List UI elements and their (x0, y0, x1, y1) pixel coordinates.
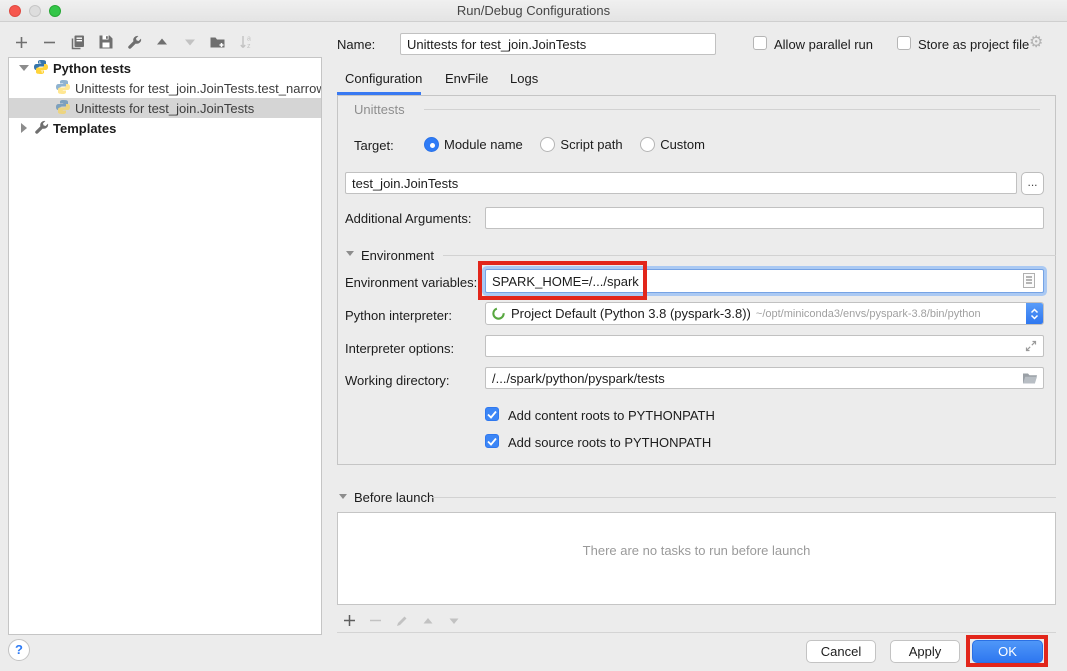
gear-icon[interactable]: ⚙ (1029, 35, 1043, 51)
store-as-project-file-label: Store as project file (918, 37, 1029, 52)
tree-item-templates[interactable]: Templates (9, 118, 321, 138)
unittests-section-title: Unittests (354, 102, 405, 117)
radio-label: Module name (444, 137, 523, 152)
edit-templates-icon[interactable] (125, 34, 142, 51)
check-icon (487, 410, 497, 419)
python-icon (55, 99, 71, 115)
configurations-tree: Python tests Unittests for test_join.Joi… (8, 57, 322, 635)
radio-custom[interactable]: Custom (640, 137, 705, 152)
radio-icon (540, 137, 555, 152)
interpreter-options-input[interactable] (485, 335, 1044, 357)
working-directory-label: Working directory: (345, 373, 450, 388)
window-title: Run/Debug Configurations (0, 3, 1067, 18)
tree-item-label: Templates (53, 119, 116, 138)
move-task-down-icon (445, 612, 462, 629)
edit-task-icon (393, 612, 410, 629)
move-up-icon[interactable] (153, 34, 170, 51)
svg-text:z: z (247, 43, 251, 50)
section-divider (443, 255, 1056, 256)
name-input[interactable] (400, 33, 716, 55)
conda-environment-icon (491, 306, 506, 321)
before-launch-section-title: Before launch (354, 490, 434, 505)
tree-item-label: Unittests for test_join.JoinTests (75, 99, 254, 118)
edit-environment-variables-icon[interactable] (1022, 272, 1036, 292)
new-folder-icon[interactable] (209, 34, 226, 51)
add-content-roots-label: Add content roots to PYTHONPATH (508, 408, 715, 423)
browse-target-button[interactable]: ... (1021, 172, 1044, 195)
python-interpreter-value: Project Default (Python 3.8 (pyspark-3.8… (511, 306, 751, 321)
check-icon (487, 437, 497, 446)
tree-item-label: Unittests for test_join.JoinTests.test_n… (75, 79, 321, 98)
interpreter-options-label: Interpreter options: (345, 341, 454, 356)
tree-item-unittests-test-narrow[interactable]: Unittests for test_join.JoinTests.test_n… (9, 78, 321, 98)
tab-envfile[interactable]: EnvFile (445, 71, 488, 86)
expand-field-icon[interactable] (1024, 339, 1038, 356)
highlight-ok-button (966, 635, 1048, 667)
python-icon (55, 79, 71, 95)
chevron-down-icon[interactable] (19, 65, 29, 71)
title-bar: Run/Debug Configurations (0, 0, 1067, 22)
radio-module-name[interactable]: Module name (424, 137, 523, 152)
chevron-right-icon[interactable] (21, 123, 27, 133)
before-launch-task-list: There are no tasks to run before launch (337, 512, 1056, 605)
target-radio-group: Module name Script path Custom (424, 137, 719, 152)
select-stepper-icon[interactable] (1026, 303, 1043, 324)
before-launch-toolbar (341, 612, 462, 629)
configurations-toolbar: az (13, 32, 254, 52)
tree-item-label: Python tests (53, 59, 131, 78)
radio-script-path[interactable]: Script path (540, 137, 622, 152)
move-down-icon (181, 34, 198, 51)
section-divider (424, 109, 1040, 110)
remove-configuration-icon[interactable] (41, 34, 58, 51)
folder-icon[interactable] (1022, 371, 1038, 388)
highlight-environment-variables (478, 261, 647, 300)
target-input[interactable] (345, 172, 1017, 194)
name-label: Name: (337, 37, 375, 52)
radio-label: Custom (660, 137, 705, 152)
run-debug-configurations-dialog: Run/Debug Configurations az (0, 0, 1067, 671)
environment-variables-label: Environment variables: (345, 275, 477, 290)
add-source-roots-label: Add source roots to PYTHONPATH (508, 435, 711, 450)
add-content-roots-checkbox[interactable] (485, 407, 499, 421)
collapse-environment-icon[interactable] (346, 251, 354, 256)
environment-section-title: Environment (361, 248, 434, 263)
python-interpreter-path: ~/opt/miniconda3/envs/pyspark-3.8/bin/py… (756, 308, 1026, 320)
python-interpreter-label: Python interpreter: (345, 308, 452, 323)
tab-configuration[interactable]: Configuration (345, 71, 422, 86)
tree-item-unittests-jointests[interactable]: Unittests for test_join.JoinTests (9, 98, 321, 118)
section-divider (432, 497, 1056, 498)
save-configuration-icon[interactable] (97, 34, 114, 51)
active-tab-indicator (337, 92, 421, 95)
target-label: Target: (354, 138, 394, 153)
radio-selected-icon (424, 137, 439, 152)
add-task-icon[interactable] (341, 612, 358, 629)
radio-icon (640, 137, 655, 152)
collapse-before-launch-icon[interactable] (339, 494, 347, 499)
tab-logs[interactable]: Logs (510, 71, 538, 86)
svg-text:a: a (247, 36, 251, 43)
help-button[interactable]: ? (8, 639, 30, 661)
working-directory-input[interactable] (485, 367, 1044, 389)
before-launch-empty-text: There are no tasks to run before launch (338, 543, 1055, 558)
move-task-up-icon (419, 612, 436, 629)
allow-parallel-run-checkbox[interactable] (753, 36, 767, 50)
apply-button[interactable]: Apply (890, 640, 960, 663)
cancel-button[interactable]: Cancel (806, 640, 876, 663)
allow-parallel-run-label: Allow parallel run (774, 37, 873, 52)
sort-alphabetically-icon: az (237, 34, 254, 51)
additional-arguments-label: Additional Arguments: (345, 211, 471, 226)
add-configuration-icon[interactable] (13, 34, 30, 51)
python-icon (33, 59, 49, 75)
copy-configuration-icon[interactable] (69, 34, 86, 51)
bottom-divider (337, 632, 1056, 633)
wrench-icon (33, 119, 49, 135)
radio-label: Script path (560, 137, 622, 152)
python-interpreter-select[interactable]: Project Default (Python 3.8 (pyspark-3.8… (485, 302, 1044, 325)
add-source-roots-checkbox[interactable] (485, 434, 499, 448)
remove-task-icon (367, 612, 384, 629)
store-as-project-file-checkbox[interactable] (897, 36, 911, 50)
additional-arguments-input[interactable] (485, 207, 1044, 229)
tree-item-python-tests[interactable]: Python tests (9, 58, 321, 78)
